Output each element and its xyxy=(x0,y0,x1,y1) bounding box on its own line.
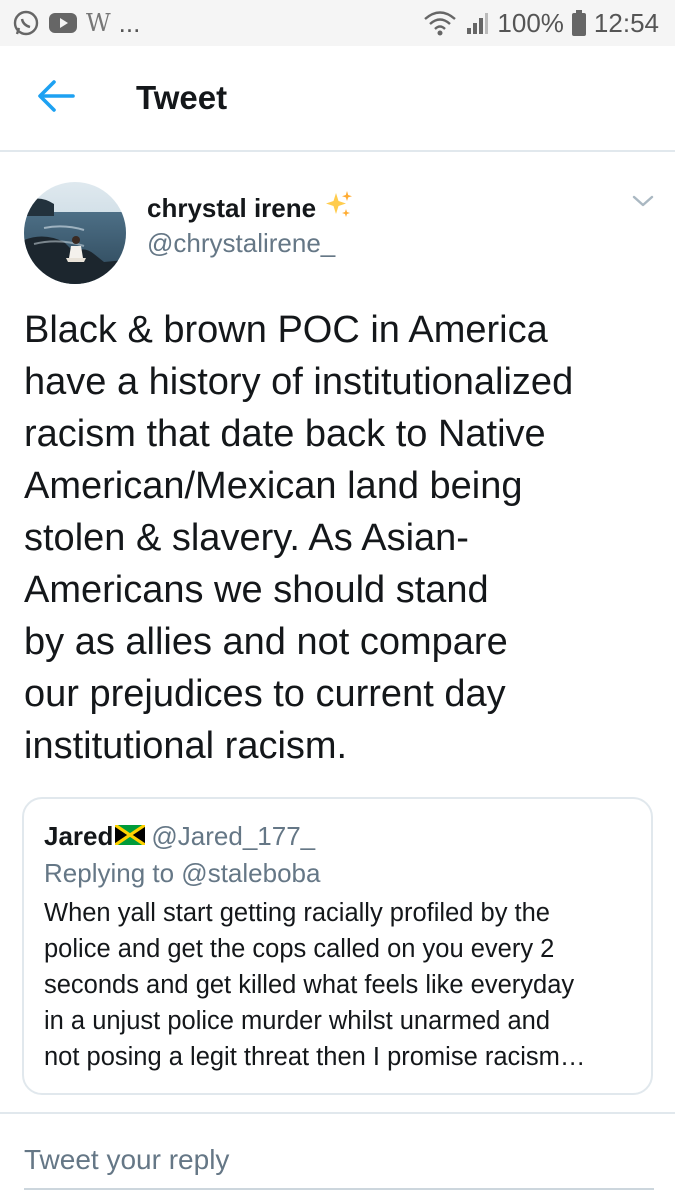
author-name[interactable]: chrystal irene xyxy=(147,190,354,227)
battery-percent: 100% xyxy=(497,7,564,38)
wifi-icon xyxy=(423,10,457,36)
status-left: W ... xyxy=(12,8,140,39)
replying-to: Replying to @staleboba xyxy=(44,858,321,888)
avatar[interactable] xyxy=(24,182,126,284)
jamaica-flag-icon xyxy=(114,821,147,852)
quoted-tweet-text: When yall start getting racially profile… xyxy=(44,895,633,1075)
divider xyxy=(0,1112,675,1114)
tweet-text-line: American/Mexican land being xyxy=(24,465,523,507)
status-notification-w: W xyxy=(86,9,111,37)
battery-icon xyxy=(571,10,586,36)
tweet-text-line: Americans we should stand xyxy=(24,569,489,611)
author-handle[interactable]: @chrystalirene_ xyxy=(147,228,335,259)
chevron-down-icon xyxy=(631,193,655,214)
quoted-text-line: When yall start getting racially profile… xyxy=(44,899,550,927)
quoted-author-name: Jared xyxy=(44,820,114,851)
quoted-author-handle: @Jared_177_ xyxy=(151,820,316,851)
signal-icon xyxy=(465,11,489,35)
page-title: Tweet xyxy=(136,79,228,116)
sparkles-icon xyxy=(324,190,354,227)
status-more-notifications: ... xyxy=(118,7,141,38)
tweet-text: Black & brown POC in America have a hist… xyxy=(24,304,654,772)
tweet-text-line: our prejudices to current day xyxy=(24,673,506,715)
status-bar: W ... 100% 12:54 xyxy=(0,0,675,46)
quoted-text-line: seconds and get killed what feels like e… xyxy=(44,971,575,999)
quoted-text-line: not posing a legit threat then I promise… xyxy=(44,1043,586,1071)
tweet-text-line: racism that date back to Native xyxy=(24,413,546,455)
arrow-left-icon xyxy=(36,78,76,119)
quoted-text-line: police and get the cops called on you ev… xyxy=(44,935,555,963)
tweet-text-line: stolen & slavery. As Asian- xyxy=(24,517,469,559)
reply-input[interactable] xyxy=(24,1135,654,1185)
back-button[interactable] xyxy=(26,68,86,128)
whatsapp-icon xyxy=(12,9,40,37)
youtube-icon xyxy=(48,11,78,35)
tweet-text-line: by as allies and not compare xyxy=(24,621,508,663)
author-name-text: chrystal irene xyxy=(147,193,317,223)
tweet-text-line: institutional racism. xyxy=(24,725,348,767)
quoted-text-line: in a unjust police murder whilst unarmed… xyxy=(44,1007,551,1035)
tweet-text-line: Black & brown POC in America xyxy=(24,309,548,351)
tweet-text-line: have a history of institutionalized xyxy=(24,361,574,403)
app-header: Tweet xyxy=(0,46,675,152)
quoted-tweet-card[interactable]: Jared @Jared_177_ Replying to @staleboba… xyxy=(22,797,653,1095)
status-right: 100% 12:54 xyxy=(423,8,659,39)
status-time: 12:54 xyxy=(593,7,659,38)
quoted-tweet-header: Jared @Jared_177_ xyxy=(44,819,633,853)
reply-underline xyxy=(24,1188,654,1190)
more-options-button[interactable] xyxy=(628,188,658,218)
